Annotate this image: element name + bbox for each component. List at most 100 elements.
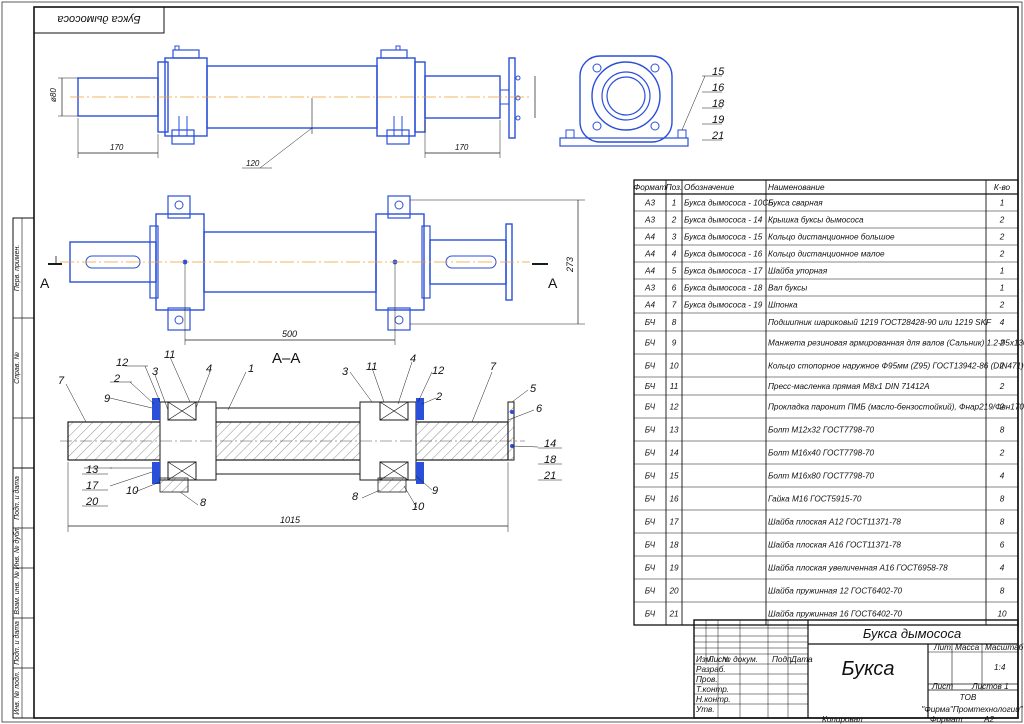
callout-20: 20: [85, 496, 99, 508]
spec-cell: Кольцо дистанционное малое: [768, 250, 885, 259]
spec-row: БЧ 16 Гайка М16 ГОСТ5915-70 8: [645, 495, 1005, 504]
callout-1: 1: [248, 363, 254, 375]
spec-cell: 15: [669, 472, 679, 481]
spec-row: А3 2 Букса дымососа - 14 Крышка буксы дымос…: [644, 216, 1005, 225]
tb-format-value: А2: [983, 715, 994, 724]
dim-height: 273: [565, 257, 575, 273]
spec-cell: Болт М12х32 ГОСТ7798-70: [768, 426, 875, 435]
spec-cell: 2: [999, 250, 1005, 259]
spec-row: БЧ 20 Шайба пружинная 12 ГОСТ6402-70 8: [645, 587, 1005, 596]
dim-centers: 500: [282, 329, 297, 339]
callout-17: 17: [86, 480, 99, 492]
spec-cell: 10: [669, 362, 679, 371]
spec-header-row: Формат Поз. Обозначение Наименование К-во: [634, 183, 1011, 192]
spec-cell: А4: [644, 233, 655, 242]
spec-cell: Подшипник шариковый 1219 ГОСТ28428-90 ил…: [768, 318, 992, 327]
spec-cell: 2: [999, 382, 1005, 391]
dim-total: 1015: [280, 515, 301, 525]
callout-9: 9: [432, 485, 438, 497]
spec-cell: Букса сварная: [768, 199, 823, 208]
spec-cell: Пресс-масленка прямая М8х1 DIN 71412А: [768, 382, 930, 391]
strip-label: Инв. № дубл.: [13, 526, 21, 569]
spec-header-cell: К-во: [994, 183, 1011, 192]
spec-cell: БЧ: [645, 362, 656, 371]
callout-7: 7: [58, 375, 65, 387]
spec-row: БЧ 19 Шайба плоская увеличенная А16 ГОСТ69…: [645, 564, 1005, 573]
spec-cell: БЧ: [645, 495, 656, 504]
strip-label: Инв. № подл.: [13, 671, 21, 714]
spec-cell: 9: [672, 339, 677, 348]
spec-cell: 13: [669, 426, 679, 435]
tb-sheets: Листов 1: [971, 682, 1009, 691]
callout-12: 12: [116, 357, 128, 369]
tb-org2: "Фирма"Промтехнологии": [921, 705, 1023, 714]
spec-header-cell: Обозначение: [684, 183, 735, 192]
spec-cell: Шайба плоская А16 ГОСТ11371-78: [768, 541, 901, 550]
spec-row: БЧ 11 Пресс-масленка прямая М8х1 DIN 71412…: [645, 382, 1005, 391]
spec-cell: 5: [672, 267, 677, 276]
callout-8: 8: [352, 491, 359, 503]
spec-table: Формат Поз. Обозначение Наименование К-во А3 1…: [633, 179, 1024, 626]
callout-19: 19: [712, 114, 724, 126]
spec-cell: 8: [1000, 518, 1005, 527]
spec-row: БЧ 14 Болт М16х40 ГОСТ7798-70 2: [645, 449, 1005, 458]
spec-cell: А4: [644, 267, 655, 276]
spec-cell: 4: [1000, 318, 1005, 327]
callout-5: 5: [530, 383, 537, 395]
stamp-title: Букса дымососа: [57, 13, 140, 25]
spec-cell: 16: [669, 495, 679, 504]
spec-cell: 4: [1000, 472, 1005, 481]
spec-cell: 2: [999, 233, 1005, 242]
spec-cell: 4: [1000, 564, 1005, 573]
callout-21: 21: [543, 470, 556, 482]
spec-cell: 6: [672, 284, 677, 293]
spec-cell: Шпонка: [768, 301, 798, 310]
spec-cell: 1: [672, 199, 677, 208]
spec-cell: 1: [1000, 284, 1005, 293]
spec-cell: 12: [669, 403, 679, 412]
spec-cell: БЧ: [645, 518, 656, 527]
callout-11: 11: [366, 361, 377, 373]
callout-14: 14: [544, 438, 556, 450]
spec-cell: Вал буксы: [768, 284, 807, 293]
callout-4: 4: [206, 363, 212, 375]
spec-cell: 6: [1000, 541, 1005, 550]
tb-role: Т.контр.: [696, 685, 729, 694]
spec-cell: БЧ: [645, 610, 656, 619]
spec-cell: Букса дымососа - 19: [684, 301, 763, 310]
callout-10: 10: [412, 501, 425, 513]
callout-10: 10: [126, 485, 139, 497]
spec-cell: 2: [999, 339, 1005, 348]
spec-cell: БЧ: [645, 403, 656, 412]
strip-label: Подп. и дата: [13, 621, 21, 665]
callout-2: 2: [113, 373, 120, 385]
callout-16: 16: [712, 82, 725, 94]
side-strip: Перв. примен. Справ. № Подп. и дата Инв.…: [12, 217, 35, 719]
stamp-box: Букса дымососа: [33, 6, 165, 34]
section-mark-left: А: [40, 275, 50, 291]
callout-15: 15: [712, 66, 725, 78]
spec-cell: А3: [644, 199, 655, 208]
spec-header-cell: Формат: [634, 183, 667, 192]
tb-role: Пров.: [696, 675, 718, 684]
spec-cell: 2: [999, 449, 1005, 458]
spec-cell: БЧ: [645, 382, 656, 391]
plan-view: А А 273 500: [40, 195, 585, 345]
spec-cell: 11: [670, 382, 679, 391]
spec-row: А4 3 Букса дымососа - 15 Кольцо дистанционн…: [644, 233, 1005, 242]
spec-cell: 2: [999, 362, 1005, 371]
callout-6: 6: [536, 403, 543, 415]
spec-cell: Болт М16х80 ГОСТ7798-70: [768, 472, 875, 481]
spec-cell: 18: [669, 541, 679, 550]
spec-cell: Букса дымососа - 17: [684, 267, 763, 276]
section-title: А–А: [272, 350, 300, 367]
spec-cell: А4: [644, 301, 655, 310]
spec-cell: Букса дымососа - 15: [684, 233, 763, 242]
callout-8: 8: [200, 497, 207, 509]
spec-cell: 20: [668, 587, 679, 596]
spec-cell: Букса дымососа - 10СБ: [684, 199, 774, 208]
spec-row: А4 4 Букса дымососа - 16 Кольцо дистанционн…: [644, 250, 1005, 259]
spec-cell: БЧ: [645, 472, 656, 481]
spec-row: БЧ 8 Подшипник шариковый 1219 ГОСТ28428-90…: [645, 318, 1005, 327]
strip-label: Взам. инв. №: [14, 571, 21, 615]
